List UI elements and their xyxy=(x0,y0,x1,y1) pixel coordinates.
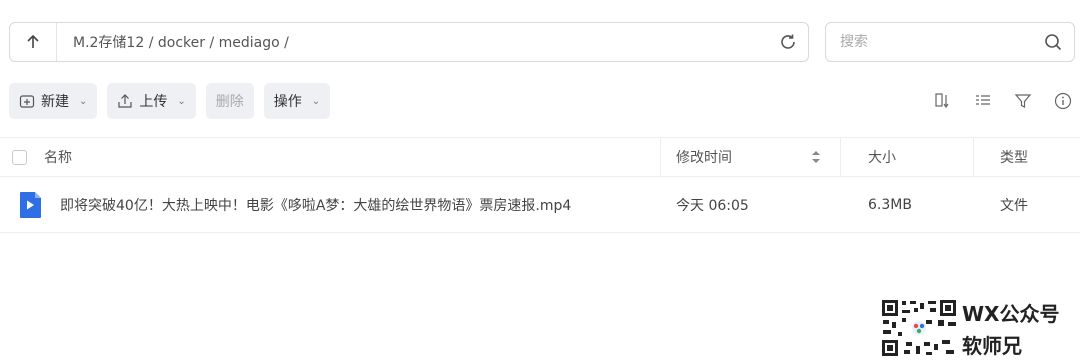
column-divider xyxy=(973,138,974,176)
actions-button-label: 操作 xyxy=(273,94,302,110)
list-view-icon xyxy=(976,95,990,105)
list-view-button[interactable] xyxy=(972,90,994,112)
new-button-label: 新建 xyxy=(41,94,69,110)
table-row[interactable]: 即将突破40亿！大热上映中！电影《哆啦A梦：大雄的绘世界物语》票房速报.mp4 … xyxy=(0,177,1080,233)
file-size: 6.3MB xyxy=(868,196,912,213)
watermark: WX公众号 软师兄 xyxy=(880,298,1080,358)
video-file-icon xyxy=(20,191,41,218)
toolbar: 新建 ⌄ 上传 ⌄ 删除 操作 ⌄ xyxy=(9,83,331,119)
arrow-up-icon xyxy=(27,34,39,48)
chevron-down-icon: ⌄ xyxy=(311,95,321,107)
filter-button[interactable] xyxy=(1012,90,1034,112)
upload-icon xyxy=(118,94,132,108)
file-modified: 今天 06:05 xyxy=(676,197,749,214)
watermark-line2: 软师兄 xyxy=(962,334,1022,358)
actions-button[interactable]: 操作 ⌄ xyxy=(263,83,331,119)
file-type: 文件 xyxy=(1000,197,1028,214)
sort-arrows-icon xyxy=(812,151,820,163)
column-header-name[interactable]: 名称 xyxy=(44,138,72,176)
file-name[interactable]: 即将突破40亿！大热上映中！电影《哆啦A梦：大雄的绘世界物语》票房速报.mp4 xyxy=(60,177,571,232)
search-input[interactable] xyxy=(838,33,1044,51)
chevron-down-icon: ⌄ xyxy=(177,95,186,107)
file-type-icon xyxy=(18,177,44,232)
delete-button[interactable]: 删除 xyxy=(205,83,254,119)
info-button[interactable] xyxy=(1052,90,1074,112)
new-folder-icon xyxy=(19,95,35,108)
table-header: 名称 修改时间 大小 类型 xyxy=(0,137,1080,177)
checkbox[interactable] xyxy=(12,149,27,165)
refresh-icon xyxy=(781,34,795,49)
path-bar: M.2存储12 / docker / mediago / xyxy=(9,22,809,62)
new-button[interactable]: 新建 ⌄ xyxy=(9,83,98,119)
watermark-line1: WX公众号 xyxy=(962,302,1060,326)
search-icon[interactable] xyxy=(1044,33,1062,51)
select-all-checkbox[interactable] xyxy=(12,138,27,176)
view-tools xyxy=(920,90,1080,112)
column-header-size[interactable]: 大小 xyxy=(868,138,896,176)
column-header-type[interactable]: 类型 xyxy=(1000,138,1028,176)
sort-button[interactable] xyxy=(932,90,954,112)
breadcrumb-path[interactable]: M.2存储12 / docker / mediago / xyxy=(73,32,768,52)
upload-button-label: 上传 xyxy=(139,94,168,110)
search-box xyxy=(825,22,1075,62)
qr-code-icon xyxy=(880,298,958,358)
column-divider xyxy=(660,138,661,176)
filter-icon xyxy=(1014,94,1032,108)
delete-button-label: 删除 xyxy=(215,94,244,110)
column-header-modified[interactable]: 修改时间 xyxy=(676,138,732,176)
column-divider xyxy=(840,138,841,176)
sort-toggle[interactable] xyxy=(810,138,822,176)
sort-icon xyxy=(935,93,949,109)
upload-button[interactable]: 上传 ⌄ xyxy=(107,83,196,119)
chevron-down-icon: ⌄ xyxy=(79,95,88,107)
refresh-button[interactable] xyxy=(768,33,808,51)
info-icon xyxy=(1054,92,1072,110)
up-directory-button[interactable] xyxy=(10,23,57,61)
